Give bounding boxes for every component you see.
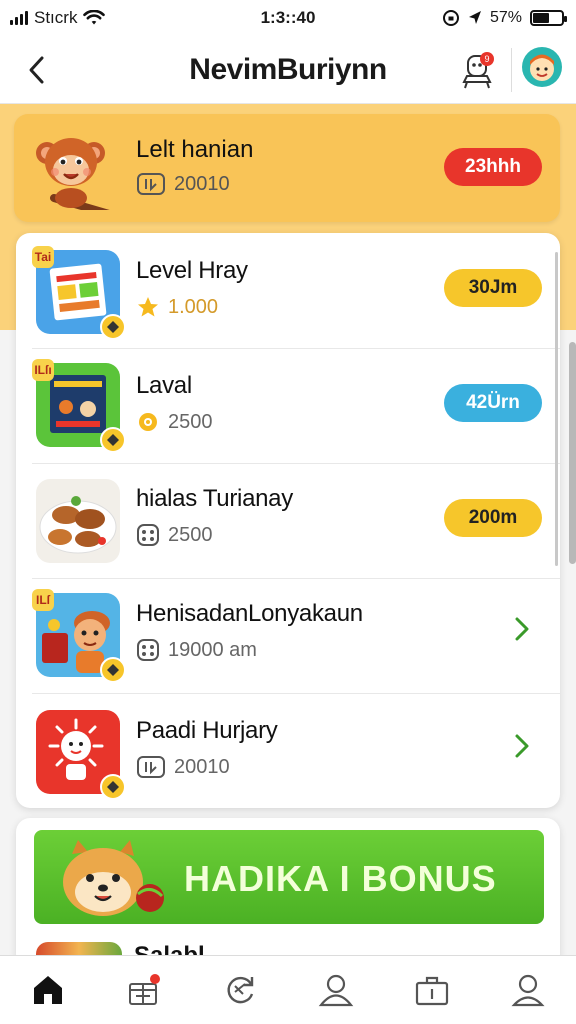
item-subtitle: 20010 — [136, 755, 230, 779]
chevron-left-icon — [29, 56, 44, 84]
item-title: HenisadanLonyakaun — [136, 600, 363, 627]
status-bar: Stıcrk 1:3::40 57% — [0, 0, 576, 36]
bonus-label: HADIKA I BONUS — [184, 858, 497, 899]
carrier-label: Stıcrk — [34, 8, 78, 27]
home-icon — [34, 976, 62, 1004]
item-count: 2500 — [168, 523, 213, 546]
counter-icon — [137, 173, 165, 195]
item-subtitle: 19000 am — [136, 638, 257, 662]
food-plate-icon — [39, 496, 117, 554]
featured-subtitle: 20010 — [136, 172, 230, 196]
page-scrollbar[interactable] — [569, 342, 576, 564]
item-list-card: Tai Level Hray 1.000 30Jm ILſı Laval 250… — [16, 233, 560, 808]
list-item[interactable]: ILſı Laval 2500 42Ürn — [16, 348, 560, 463]
badge-icon — [100, 774, 126, 800]
tab-refresh[interactable] — [192, 956, 288, 1024]
tab-gifts[interactable] — [96, 956, 192, 1024]
list-item[interactable]: hialas Turianay 2500 200m — [16, 463, 560, 578]
item-pill-button[interactable]: 30Jm — [444, 269, 542, 307]
battery-percent: 57% — [489, 9, 522, 26]
star-icon — [138, 297, 158, 317]
app-header: NevimBuriynn 9 — [0, 36, 576, 104]
item-count: 2500 — [168, 410, 213, 433]
item-title: Paadi Hurjary — [136, 717, 278, 744]
battery-icon — [530, 10, 567, 26]
monkey-mascot-icon — [36, 138, 120, 220]
gift-icon — [129, 974, 160, 1005]
item-subtitle: 1.000 — [136, 295, 218, 319]
counter-icon — [137, 756, 165, 778]
face-avatar-icon — [530, 54, 554, 81]
tab-home[interactable] — [0, 956, 96, 1024]
account-icon — [511, 974, 545, 1007]
status-left: Stıcrk — [10, 8, 106, 28]
signal-icon — [10, 11, 28, 25]
rotation-lock-icon — [442, 10, 459, 26]
item-count: 19000 am — [168, 638, 257, 661]
featured-mascot — [34, 128, 120, 220]
featured-card[interactable]: Lelt hanian 20010 23hhh — [14, 114, 560, 222]
featured-count: 20010 — [174, 172, 230, 195]
item-count: 20010 — [174, 755, 230, 778]
item-tag: ILſ — [32, 589, 54, 611]
robot-icon — [462, 55, 492, 89]
notification-button[interactable]: 9 — [456, 46, 500, 92]
item-pill-label: 30Jm — [468, 277, 518, 298]
list-item[interactable]: Paadi Hurjary 20010 — [16, 693, 560, 808]
dice-icon — [137, 639, 159, 661]
status-time: 1:3::40 — [260, 8, 316, 27]
list-scrollbar[interactable] — [555, 252, 558, 566]
item-title: Level Hray — [136, 257, 248, 284]
item-tag: ILſı — [32, 359, 54, 381]
chevron-right-icon[interactable] — [514, 733, 530, 766]
item-tag: Tai — [32, 246, 54, 268]
list-item[interactable]: Tai Level Hray 1.000 30Jm — [16, 233, 560, 348]
dog-mascot-icon — [63, 840, 164, 916]
bonus-card: HADIKA I BONUS Salabl — [16, 818, 560, 972]
item-thumbnail: ILſı — [32, 359, 126, 453]
item-thumbnail: ILſ — [32, 589, 126, 683]
bonus-banner[interactable]: HADIKA I BONUS — [34, 830, 544, 924]
featured-title: Lelt hanian — [136, 136, 254, 163]
tab-profile[interactable] — [288, 956, 384, 1024]
item-pill-button[interactable]: 42Ürn — [444, 384, 542, 422]
badge-icon — [100, 427, 126, 453]
item-subtitle: 2500 — [136, 523, 213, 547]
item-thumbnail — [36, 479, 120, 563]
badge-icon — [100, 657, 126, 683]
item-thumbnail: Tai — [32, 246, 126, 340]
refresh-icon — [227, 976, 254, 1004]
notification-badge: 9 — [480, 52, 494, 66]
item-subtitle: 2500 — [136, 410, 213, 434]
item-pill-label: 200m — [468, 507, 518, 528]
item-title: hialas Turianay — [136, 485, 293, 512]
profile-icon — [318, 974, 354, 1007]
wifi-icon — [83, 10, 106, 25]
location-icon — [468, 11, 481, 24]
item-pill-label: 42Ürn — [466, 392, 520, 413]
header-divider — [511, 48, 512, 92]
bottom-tab-bar — [0, 955, 576, 1024]
featured-pill-button[interactable]: 23hhh — [444, 148, 542, 186]
dice-icon — [137, 524, 159, 546]
back-button[interactable] — [18, 50, 54, 90]
item-title: Laval — [136, 372, 192, 399]
gear-icon — [139, 413, 157, 431]
avatar[interactable] — [522, 47, 562, 87]
battery-fill — [533, 13, 549, 23]
bag-icon — [415, 976, 449, 1006]
status-right: 57% — [442, 9, 567, 27]
list-item[interactable]: ILſ HenisadanLonyakaun 19000 am — [16, 578, 560, 693]
item-count: 1.000 — [168, 295, 219, 318]
item-pill-button[interactable]: 200m — [444, 499, 542, 537]
chevron-right-icon[interactable] — [514, 616, 530, 649]
tab-account[interactable] — [480, 956, 576, 1024]
badge-icon — [100, 314, 126, 340]
item-thumbnail — [36, 710, 126, 800]
featured-pill-label: 23hhh — [465, 156, 521, 177]
tab-bag[interactable] — [384, 956, 480, 1024]
